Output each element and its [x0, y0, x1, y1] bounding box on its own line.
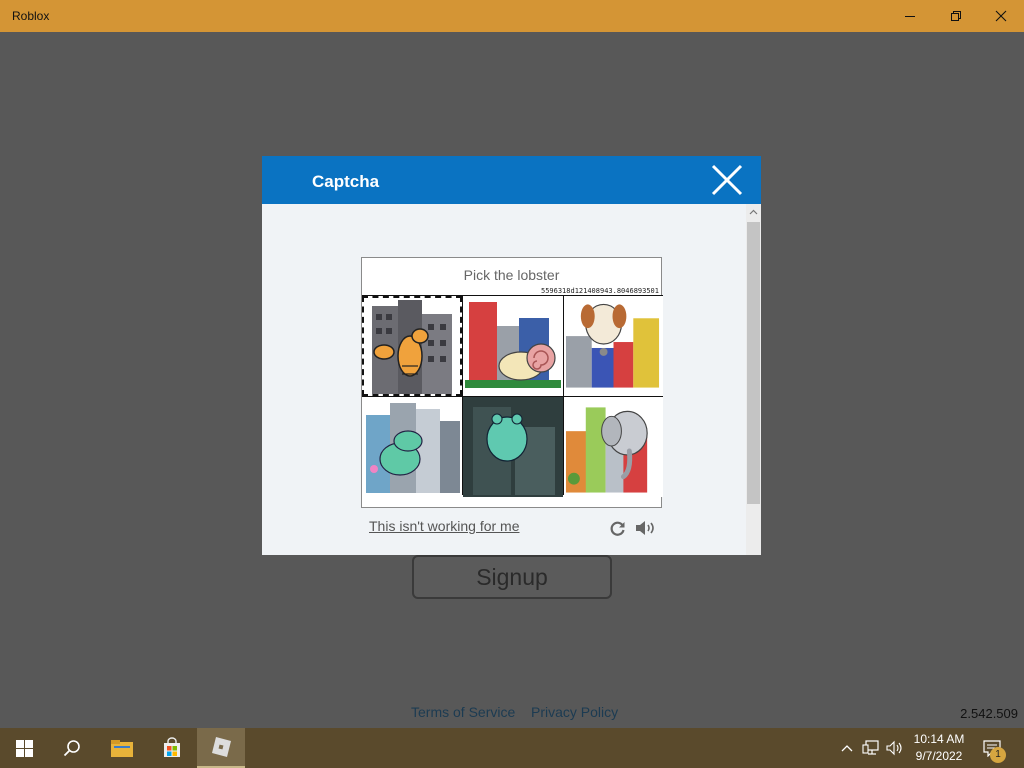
- dog-image: [565, 303, 660, 388]
- minimize-icon: [905, 16, 915, 17]
- file-explorer-button[interactable]: [98, 728, 146, 768]
- roblox-icon: [212, 737, 231, 757]
- scroll-thumb[interactable]: [747, 222, 760, 504]
- network-icon: [862, 740, 879, 755]
- volume-icon: [886, 740, 902, 756]
- captcha-tile-frog[interactable]: [463, 397, 563, 497]
- dinosaur-image: [366, 403, 460, 493]
- captcha-tile-elephant[interactable]: [564, 397, 663, 497]
- captcha-body: Pick the lobster 5596318d121408943.80468…: [262, 204, 746, 555]
- captcha-close-button[interactable]: [709, 162, 745, 198]
- captcha-tile-dog[interactable]: [564, 296, 663, 396]
- captcha-title: Captcha: [312, 172, 380, 191]
- start-button[interactable]: [0, 728, 48, 768]
- elephant-image: [565, 407, 648, 493]
- captcha-footer: This isn't working for me: [361, 518, 662, 538]
- close-icon: [995, 10, 1007, 22]
- search-button[interactable]: [48, 728, 96, 768]
- captcha-tile-dinosaur[interactable]: [362, 397, 462, 497]
- captcha-prompt: Pick the lobster: [463, 267, 560, 283]
- window-title: Roblox: [12, 9, 50, 23]
- roblox-taskbar-button[interactable]: [197, 728, 245, 768]
- terms-of-service-link[interactable]: Terms of Service: [411, 704, 515, 720]
- file-explorer-icon: [111, 740, 133, 757]
- window-titlebar: Roblox: [0, 0, 1024, 32]
- captcha-header: Captcha: [262, 156, 761, 204]
- taskbar-clock[interactable]: 10:14 AM 9/7/2022: [906, 731, 972, 765]
- windows-start-icon: [15, 739, 33, 757]
- captcha-image-grid: [362, 295, 663, 497]
- close-window-button[interactable]: [978, 0, 1024, 32]
- not-working-link[interactable]: This isn't working for me: [369, 518, 520, 534]
- show-hidden-icons-button[interactable]: [837, 738, 857, 758]
- captcha-challenge: Pick the lobster 5596318d121408943.80468…: [361, 257, 663, 508]
- snail-image: [465, 302, 561, 388]
- audio-icon[interactable]: [635, 519, 657, 537]
- version-label: 2.542.509: [960, 706, 1018, 721]
- captcha-scrollbar[interactable]: [746, 204, 761, 555]
- restore-button[interactable]: [933, 0, 979, 32]
- close-icon: [711, 164, 743, 196]
- clock-date: 9/7/2022: [915, 749, 963, 763]
- frog-image: [463, 397, 563, 497]
- chevron-up-icon: [841, 745, 853, 752]
- chevron-up-icon: [749, 209, 758, 215]
- signup-button[interactable]: Signup: [412, 555, 612, 599]
- volume-tray-button[interactable]: [885, 738, 905, 758]
- privacy-policy-link[interactable]: Privacy Policy: [531, 704, 618, 720]
- captcha-challenge-id: 5596318d121408943.8046893501: [540, 287, 659, 295]
- notification-count-badge: 1: [990, 747, 1006, 763]
- scroll-up-button[interactable]: [746, 204, 761, 220]
- captcha-tile-lobster[interactable]: [362, 296, 462, 396]
- captcha-tile-snail[interactable]: [463, 296, 563, 396]
- search-icon: [63, 740, 80, 757]
- minimize-button[interactable]: [887, 0, 933, 32]
- restore-icon: [951, 11, 961, 21]
- network-tray-button[interactable]: [861, 738, 881, 758]
- microsoft-store-button[interactable]: [148, 728, 196, 768]
- clock-time: 10:14 AM: [913, 732, 965, 746]
- lobster-image: [372, 300, 452, 394]
- microsoft-store-icon: [164, 737, 180, 757]
- reload-icon[interactable]: [609, 519, 627, 537]
- captcha-dialog: Captcha Pick the lobster 5596318d1214089…: [262, 156, 761, 555]
- taskbar: 10:14 AM 9/7/2022 1: [0, 728, 1024, 768]
